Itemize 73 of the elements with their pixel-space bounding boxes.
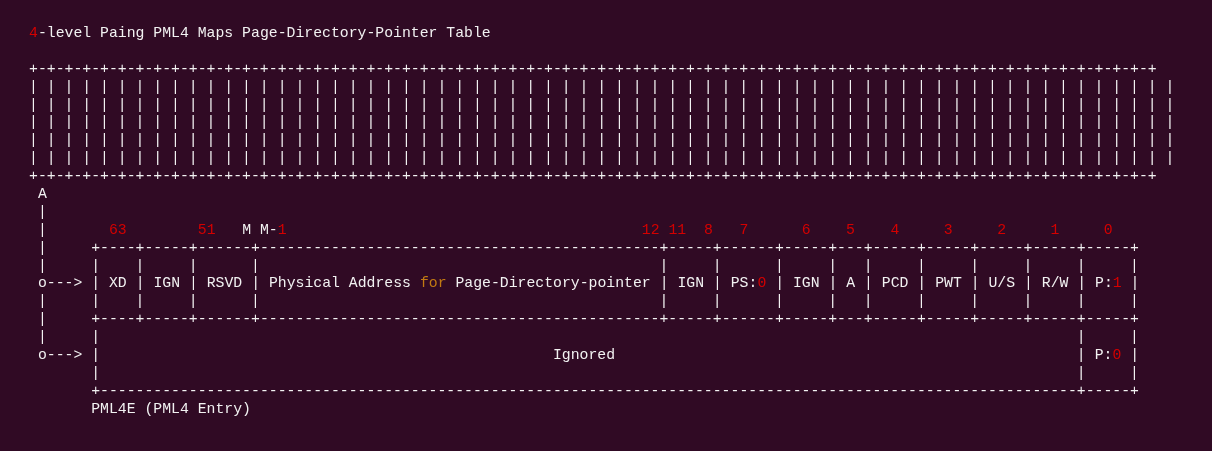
- bit-number: 3: [943, 221, 953, 238]
- field-label: P:1: [1095, 275, 1122, 292]
- bit-number: 2: [997, 221, 1006, 238]
- ascii-frame: +--------------------------------------------------------------------------------------------------------------+-----+: [91, 382, 1139, 399]
- ascii-frame: +-+-+-+-+-+-+-+-+-+-+-+-+-+-+-+-+-+-+-+-+-+-+-+-+-+-+-+-+-+-+-+-+-+-+-+-+-+-+-+-+-+-+-+-+-+-+-+-+-+-+-+-+-+-+-+-+-+-+-+-+-+-+-+: [29, 60, 1157, 77]
- field-label: PWT: [935, 275, 962, 292]
- bit-number: M: [242, 221, 252, 238]
- ascii-frame: |: [1130, 275, 1140, 292]
- ascii-frame: |: [91, 275, 101, 292]
- field-label: XD: [108, 275, 127, 292]
- ascii-frame: | | |: [91, 364, 1139, 381]
- ascii-frame: +----+-----+------+---------------------------------------------+-----+------+-----+---+-----+-----+-----+-----+-----+: [91, 239, 1139, 256]
- field-label: Physical Address for Page-Directory-pointer: [268, 275, 651, 292]
- bit-number: 51: [197, 221, 216, 238]
- bit-number: 7: [739, 221, 749, 238]
- bit-number: 4: [890, 221, 900, 238]
- ascii-arrow: |: [37, 203, 47, 220]
- bit-number: 5: [846, 221, 855, 238]
- diagram-caption: PML4E (PML4 Entry): [91, 400, 251, 417]
- ascii-frame: |: [1076, 347, 1086, 364]
- ascii-arrow: o--->: [37, 347, 83, 364]
- bit-number: 8: [704, 221, 713, 238]
- field-label: RSVD: [206, 275, 243, 292]
- ascii-frame: | | | | | | | | | | | | | | | | | | | | | | | | | | | | | | | | | | | | | | | | | | | | | | | | | | | | | | | | | | | | | | | | |: [29, 78, 1175, 95]
- field-label: IGN: [792, 275, 820, 292]
- ascii-arrow: |: [37, 239, 47, 256]
- ascii-frame: | | | | | | | | | | | | | | | | | | | | | | | | | | | | | | | | | | | | | | | | | | | | | | | | | | | | | | | | | | | | | | | | |: [29, 150, 1175, 167]
- field-label: Ignored: [552, 347, 616, 364]
- ascii-frame: |: [251, 275, 261, 292]
- ascii-arrow: o--->: [37, 275, 83, 292]
- field-label: U/S: [988, 275, 1016, 292]
- ascii-arrow: |: [37, 257, 47, 274]
- ascii-frame: |: [1023, 275, 1033, 292]
- ascii-arrow: |: [37, 311, 47, 328]
- ascii-frame: |: [135, 275, 145, 292]
- ascii-frame: | | | | | | | | | | | | | | | | | | | | | | | | | | | | | | | | | | | | | | | | | | | | | | | | | | | | | | | | | | | | | | | | |: [29, 96, 1175, 113]
- ascii-frame: +----+-----+------+---------------------------------------------+-----+------+-----+---+-----+-----+-----+-----+-----+: [91, 311, 1139, 328]
- ascii-frame: | | | | | | | | | | | | | | | | | | | | | | | | | | | | | | | | | | | | | | | | | | | | | | | | | | | | | | | | | | | | | | | | |: [29, 132, 1175, 149]
- ascii-frame: |: [1130, 347, 1140, 364]
- bit-number: 11: [668, 221, 687, 238]
- ascii-frame: |: [970, 275, 980, 292]
- bit-number: M-1: [259, 221, 287, 238]
- ascii-arrow: |: [37, 221, 47, 238]
- field-label: P:0: [1094, 347, 1122, 364]
- ascii-frame: |: [828, 275, 838, 292]
- ascii-frame: |: [1077, 275, 1087, 292]
- field-label: R/W: [1041, 275, 1069, 292]
- field-label: A: [846, 275, 856, 292]
- field-label: PCD: [881, 275, 909, 292]
- bit-number: 6: [801, 221, 811, 238]
- field-label: IGN: [677, 275, 705, 292]
- diagram-title: 4-level Paing PML4 Maps Page-Directory-Pointer Table: [29, 25, 491, 41]
- ascii-arrow: A: [37, 186, 47, 202]
- ascii-frame: |: [659, 275, 669, 292]
- bit-number: 12: [641, 221, 660, 238]
- ascii-frame: |: [864, 275, 873, 292]
- ascii-frame: |: [775, 275, 785, 292]
- ascii-frame: | | |: [91, 329, 1139, 346]
- ascii-frame: | | | | | | | | | | | | | | | | | | | | | | | | | | | | | | | | | | | | | | | | | | | | | | | | | | | | | | | | | | | | | | | | |: [29, 114, 1175, 131]
- field-label: IGN: [153, 275, 181, 292]
- ascii-arrow: |: [37, 329, 47, 346]
- field-label: PS:0: [730, 275, 767, 292]
- ascii-frame: |: [91, 347, 101, 364]
- bit-number: 63: [108, 221, 127, 238]
- bit-number: 1: [1050, 221, 1060, 238]
- bit-number: 0: [1103, 221, 1113, 238]
- ascii-frame: | | | | | | | | | | | | | |: [91, 257, 1139, 274]
- ascii-frame: +-+-+-+-+-+-+-+-+-+-+-+-+-+-+-+-+-+-+-+-+-+-+-+-+-+-+-+-+-+-+-+-+-+-+-+-+-+-+-+-+-+-+-+-+-+-+-+-+-+-+-+-+-+-+-+-+-+-+-+-+-+-+-+: [29, 168, 1157, 185]
- ascii-arrow: |: [37, 293, 47, 310]
- ascii-frame: | | | | | | | | | | | | | |: [91, 293, 1139, 310]
- ascii-frame: |: [188, 275, 198, 292]
- ascii-frame: |: [917, 275, 927, 292]
- ascii-frame: |: [712, 275, 722, 292]
